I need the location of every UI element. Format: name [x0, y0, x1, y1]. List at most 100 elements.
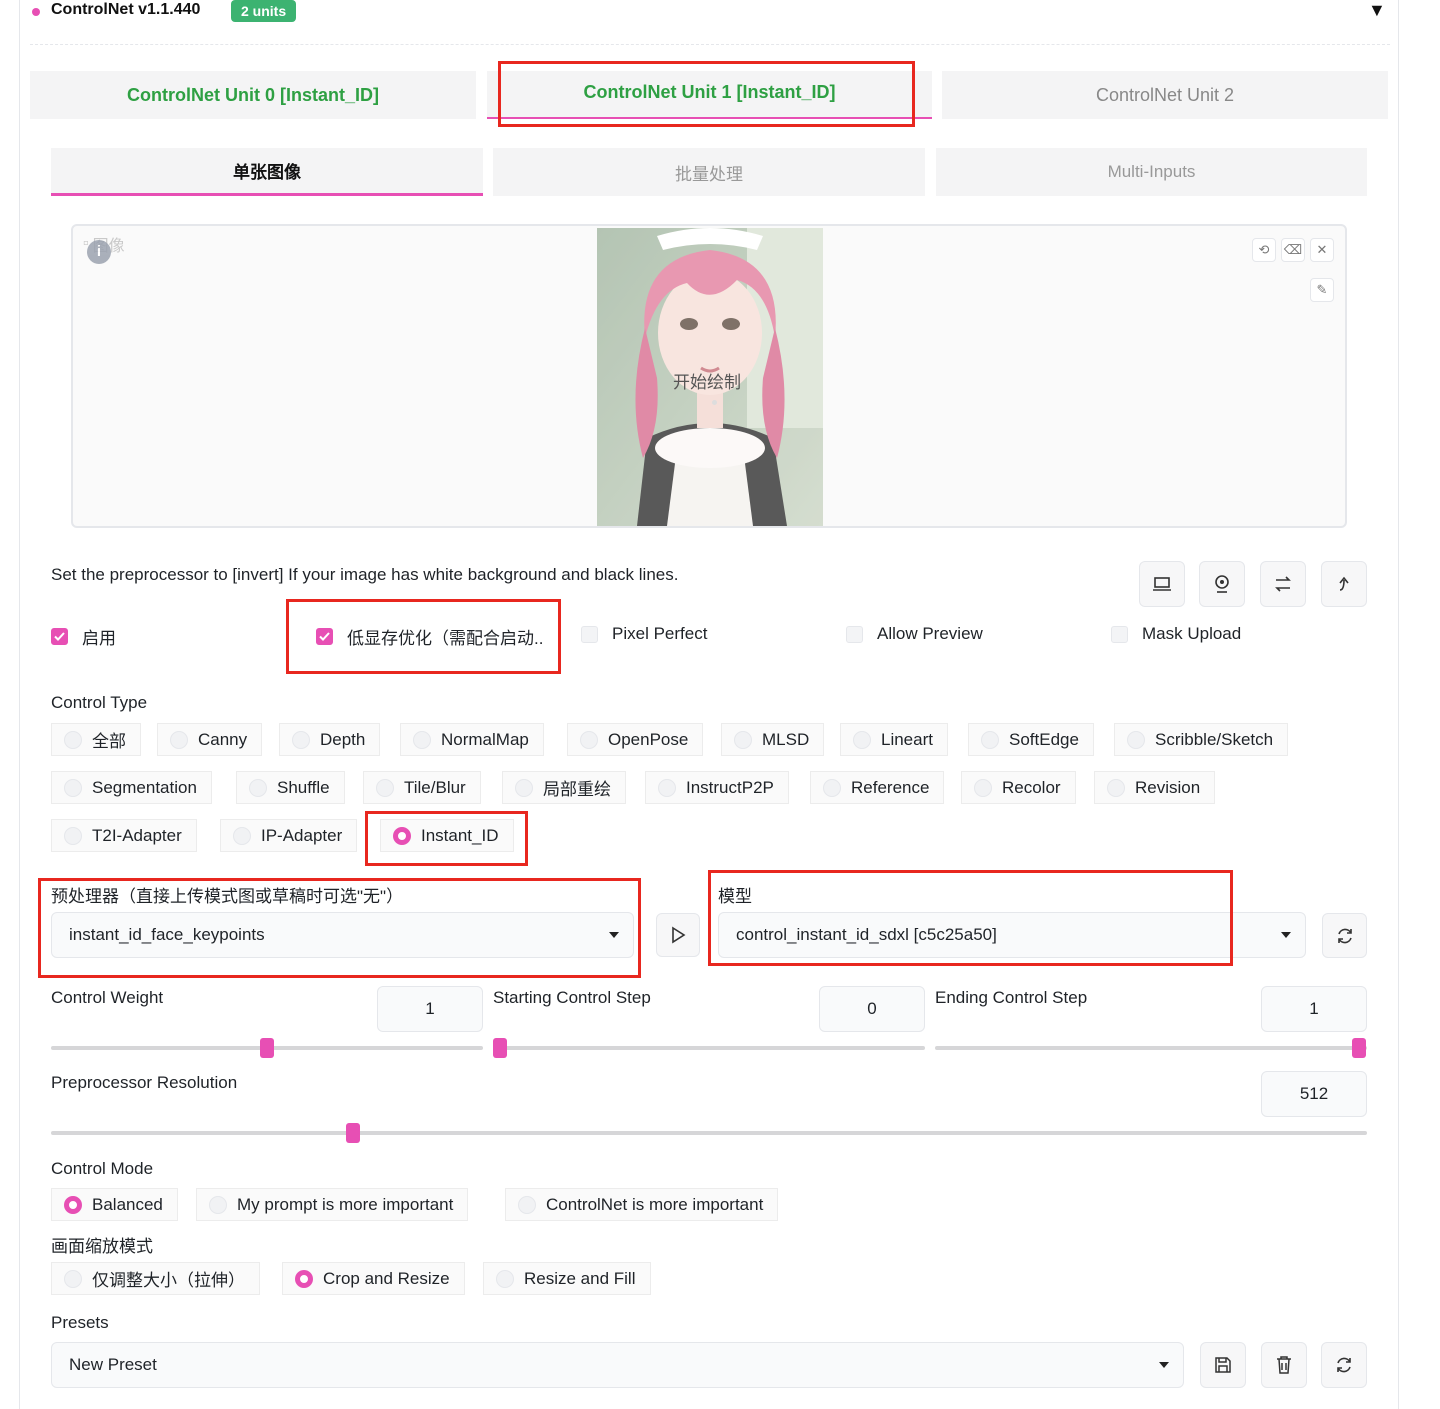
option-label: Lineart [881, 729, 933, 749]
control-type-option[interactable]: IP-Adapter [220, 819, 358, 852]
tab-unit-2[interactable]: ControlNet Unit 2 [942, 71, 1388, 119]
preprocessor-select[interactable]: instant_id_face_keypoints [51, 912, 634, 958]
checkbox-empty-icon [846, 625, 863, 643]
starting-step-slider-track[interactable] [493, 1046, 925, 1050]
close-icon[interactable]: ✕ [1310, 238, 1334, 262]
resize-mode-option-selected[interactable]: Crop and Resize [282, 1262, 465, 1295]
radio-empty-icon [376, 778, 394, 797]
refresh-icon [1337, 1357, 1351, 1373]
radio-empty-icon [64, 826, 82, 845]
collapse-toggle-icon[interactable]: ▼ [1368, 0, 1386, 21]
option-label: Recolor [1002, 777, 1061, 797]
option-label: Reference [851, 777, 930, 797]
mask-upload-checkbox[interactable]: Mask Upload [1111, 624, 1241, 644]
webcam-icon[interactable] [1199, 561, 1245, 607]
control-type-option[interactable]: OpenPose [567, 723, 704, 756]
refresh-models-button[interactable] [1322, 913, 1367, 958]
ending-step-input[interactable]: 1 [1261, 986, 1367, 1032]
option-label: InstructP2P [686, 777, 774, 797]
control-mode-option[interactable]: My prompt is more important [196, 1188, 469, 1221]
ending-step-slider-track[interactable] [935, 1046, 1367, 1050]
radio-empty-icon [1127, 730, 1145, 749]
starting-step-slider-thumb[interactable] [493, 1038, 507, 1058]
radio-empty-icon [1107, 778, 1125, 797]
undo-icon[interactable]: ⟲ [1252, 238, 1276, 262]
radio-empty-icon [64, 778, 82, 797]
starting-step-label: Starting Control Step [493, 988, 651, 1007]
control-type-option[interactable]: MLSD [721, 723, 825, 756]
control-weight-input[interactable]: 1 [377, 986, 483, 1032]
preprocessor-value: instant_id_face_keypoints [69, 925, 265, 944]
presets-select[interactable]: New Preset [51, 1342, 1184, 1388]
image-canvas[interactable]: ▫ 图像 i 开始绘制 ⟲ ⌫ ✕ ✎ [71, 224, 1347, 528]
brush-icon[interactable]: ✎ [1310, 278, 1334, 302]
radio-empty-icon [974, 778, 992, 797]
refresh-presets-button[interactable] [1321, 1342, 1367, 1388]
option-label: Revision [1135, 777, 1201, 797]
control-type-option[interactable]: Shuffle [236, 771, 345, 804]
option-label: NormalMap [441, 729, 529, 749]
info-icon[interactable]: i [87, 240, 111, 264]
tab-single-image[interactable]: 单张图像 [51, 148, 483, 196]
tab-unit-1[interactable]: ControlNet Unit 1 [Instant_ID] [487, 71, 932, 119]
resize-mode-label: 画面缩放模式 [51, 1237, 153, 1256]
run-preprocessor-button[interactable] [656, 913, 700, 957]
tab-unit-0[interactable]: ControlNet Unit 0 [Instant_ID] [30, 71, 476, 119]
control-type-option[interactable]: 局部重绘 [502, 771, 626, 804]
preprocessor-resolution-input[interactable]: 512 [1261, 1071, 1367, 1117]
checkbox-label: 启用 [82, 629, 116, 648]
low-vram-checkbox[interactable]: 低显存优化（需配合启动.. [316, 624, 543, 649]
tab-multi-inputs[interactable]: Multi-Inputs [936, 148, 1367, 196]
option-label: Balanced [92, 1194, 163, 1214]
radio-empty-icon [515, 778, 533, 797]
control-type-option[interactable]: Tile/Blur [363, 771, 481, 804]
resize-mode-option[interactable]: Resize and Fill [483, 1262, 651, 1295]
save-preset-button[interactable] [1200, 1342, 1246, 1388]
header-divider [30, 44, 1390, 45]
control-type-option[interactable]: Recolor [961, 771, 1076, 804]
option-label: OpenPose [608, 729, 689, 749]
checkbox-label: 低显存优化（需配合启动.. [347, 629, 544, 648]
pixel-perfect-checkbox[interactable]: Pixel Perfect [581, 624, 707, 644]
play-icon [672, 926, 686, 944]
allow-preview-checkbox[interactable]: Allow Preview [846, 624, 983, 644]
ending-step-label: Ending Control Step [935, 988, 1088, 1007]
preprocessor-resolution-slider-thumb[interactable] [346, 1123, 360, 1143]
control-type-option[interactable]: Lineart [840, 723, 948, 756]
control-type-option[interactable]: Reference [810, 771, 945, 804]
send-up-icon[interactable] [1321, 561, 1367, 607]
radio-empty-icon [249, 778, 267, 797]
control-type-option[interactable]: NormalMap [400, 723, 544, 756]
control-type-option[interactable]: Revision [1094, 771, 1216, 804]
control-type-option[interactable]: Depth [279, 723, 381, 756]
preprocessor-resolution-slider-track[interactable] [51, 1131, 1367, 1135]
control-type-option-selected[interactable]: Instant_ID [380, 819, 514, 852]
control-mode-label: Control Mode [51, 1159, 154, 1178]
resize-mode-option[interactable]: 仅调整大小（拉伸） [51, 1262, 260, 1295]
control-type-option[interactable]: InstructP2P [645, 771, 789, 804]
model-select[interactable]: control_instant_id_sdxl [c5c25a50] [718, 912, 1306, 958]
tab-batch[interactable]: 批量处理 [493, 148, 925, 196]
control-type-option[interactable]: SoftEdge [968, 723, 1094, 756]
control-type-option[interactable]: Canny [157, 723, 263, 756]
radio-selected-icon [393, 826, 411, 845]
laptop-icon[interactable] [1139, 561, 1185, 607]
swap-icon[interactable] [1260, 561, 1306, 607]
control-weight-slider-thumb[interactable] [260, 1038, 274, 1058]
option-label: Crop and Resize [323, 1268, 450, 1288]
start-drawing-label: 开始绘制 [673, 373, 741, 392]
presets-value: New Preset [69, 1355, 157, 1374]
control-mode-option[interactable]: ControlNet is more important [505, 1188, 779, 1221]
starting-step-input[interactable]: 0 [819, 986, 925, 1032]
control-mode-option-selected[interactable]: Balanced [51, 1188, 178, 1221]
control-type-option[interactable]: 全部 [51, 723, 141, 756]
accordion-header[interactable]: ControlNet v1.1.440 2 units ▼ [30, 0, 1390, 30]
ending-step-slider-thumb[interactable] [1352, 1038, 1366, 1058]
control-type-option[interactable]: Segmentation [51, 771, 212, 804]
delete-preset-button[interactable] [1261, 1342, 1307, 1388]
control-type-option[interactable]: T2I-Adapter [51, 819, 197, 852]
control-type-option[interactable]: Scribble/Sketch [1114, 723, 1289, 756]
eraser-icon[interactable]: ⌫ [1281, 238, 1305, 262]
enable-checkbox[interactable]: 启用 [51, 624, 116, 649]
panel-left-border [19, 0, 20, 1409]
